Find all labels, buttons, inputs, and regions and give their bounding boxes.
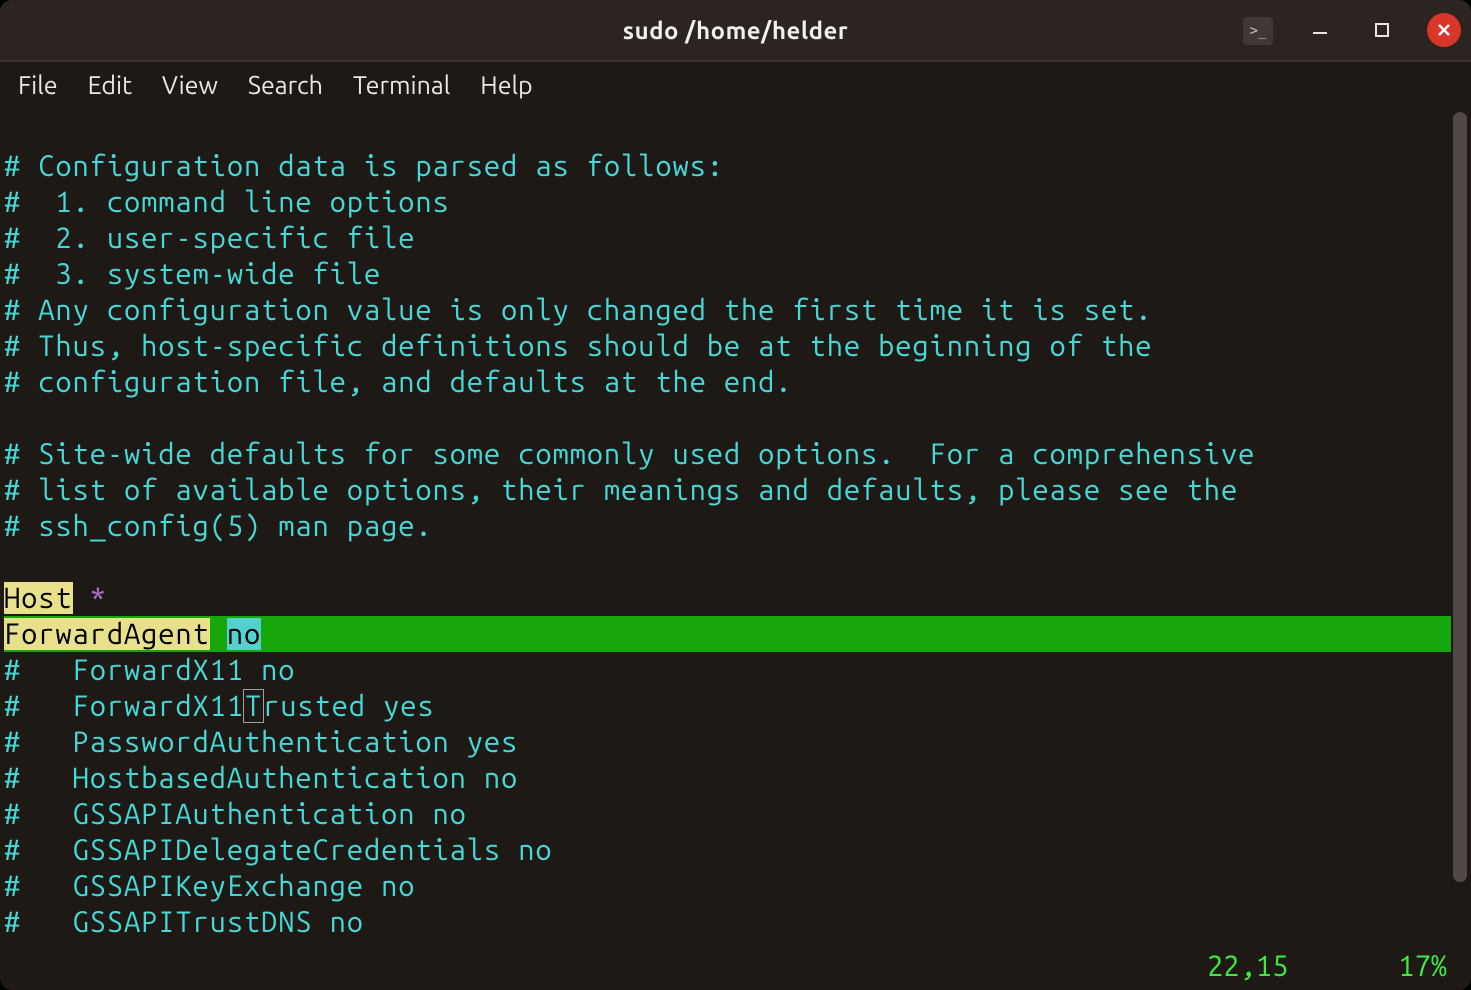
terminal-line: # Configuration data is parsed as follow… [4, 148, 1451, 184]
terminal-icon [1243, 17, 1273, 45]
menu-help[interactable]: Help [476, 67, 558, 103]
terminal-line: # list of available options, their meani… [4, 472, 1451, 508]
terminal-line: # Site-wide defaults for some commonly u… [4, 436, 1451, 472]
terminal-line: # Thus, host-specific definitions should… [4, 328, 1451, 364]
terminal-line: # ForwardX11 no [4, 652, 1451, 688]
terminal-line: # GSSAPIAuthentication no [4, 796, 1451, 832]
window-controls [1303, 13, 1461, 47]
terminal-window: sudo /home/helder File Edit View Search … [0, 0, 1471, 990]
terminal-line [4, 544, 1451, 580]
cursor-position: 22,15 [1207, 950, 1288, 982]
maximize-button[interactable] [1365, 13, 1399, 47]
terminal-line [4, 112, 1451, 148]
close-button[interactable] [1427, 13, 1461, 47]
terminal-line: # PasswordAuthentication yes [4, 724, 1451, 760]
terminal-line: Host * [4, 580, 1451, 616]
terminal-content: # Configuration data is parsed as follow… [4, 112, 1451, 940]
menu-view[interactable]: View [158, 67, 244, 103]
scrollbar[interactable] [1453, 112, 1467, 882]
terminal-line: # 3. system-wide file [4, 256, 1451, 292]
titlebar: sudo /home/helder [0, 0, 1471, 62]
scroll-percent: 17% [1398, 950, 1447, 982]
terminal-line: # Any configuration value is only change… [4, 292, 1451, 328]
terminal-line: # GSSAPITrustDNS no [4, 904, 1451, 940]
menu-terminal[interactable]: Terminal [349, 67, 476, 103]
close-icon [1436, 22, 1452, 38]
terminal-line: ForwardAgent no [4, 616, 1451, 652]
maximize-icon [1374, 22, 1390, 38]
status-bar: 22,15 17% [1207, 950, 1447, 982]
menu-file[interactable]: File [14, 67, 84, 103]
terminal-line: # GSSAPIDelegateCredentials no [4, 832, 1451, 868]
terminal-line: # 2. user-specific file [4, 220, 1451, 256]
terminal-line: # ForwardX11Trusted yes [4, 688, 1451, 724]
terminal-line: # 1. command line options [4, 184, 1451, 220]
terminal-line: # configuration file, and defaults at th… [4, 364, 1451, 400]
minimize-button[interactable] [1303, 13, 1337, 47]
terminal-line: # ssh_config(5) man page. [4, 508, 1451, 544]
terminal-line: # HostbasedAuthentication no [4, 760, 1451, 796]
terminal-line: # GSSAPIKeyExchange no [4, 868, 1451, 904]
terminal-viewport[interactable]: # Configuration data is parsed as follow… [4, 112, 1451, 984]
menubar: File Edit View Search Terminal Help [0, 62, 1471, 108]
menu-search[interactable]: Search [244, 67, 349, 103]
terminal-line [4, 400, 1451, 436]
menu-edit[interactable]: Edit [84, 67, 158, 103]
minimize-icon [1311, 21, 1329, 39]
